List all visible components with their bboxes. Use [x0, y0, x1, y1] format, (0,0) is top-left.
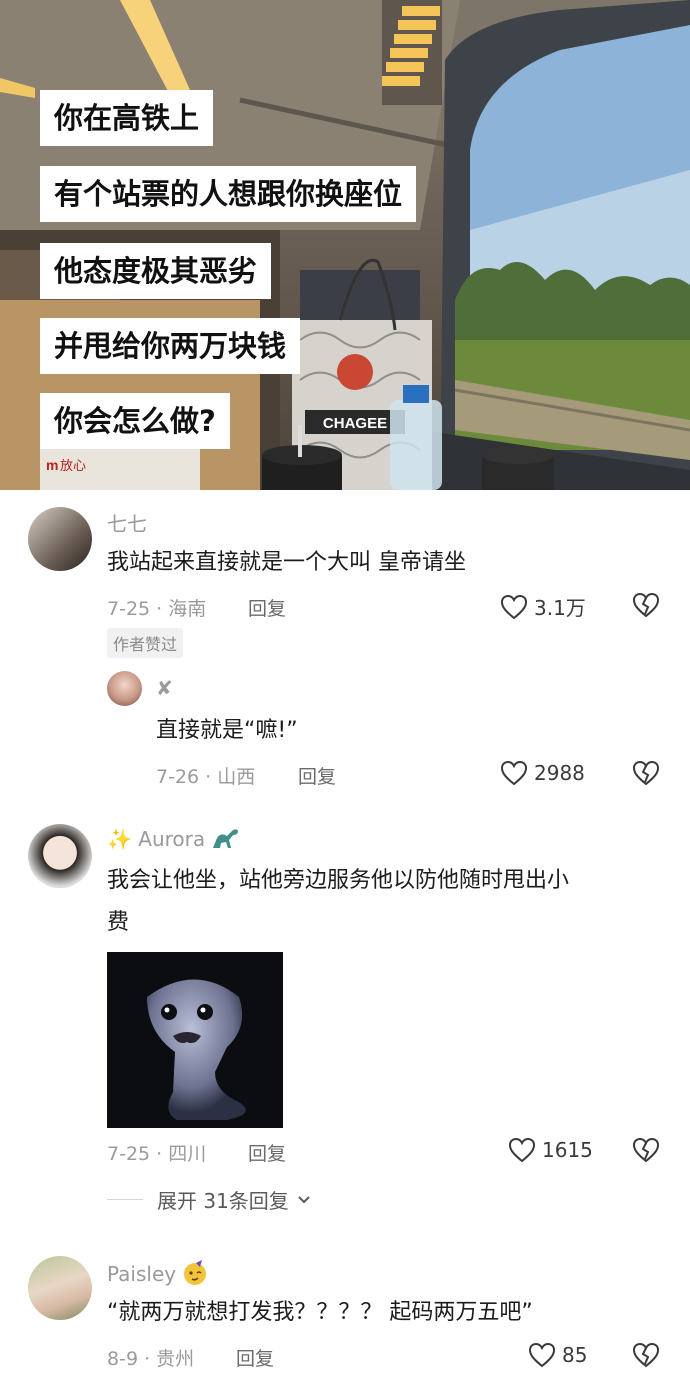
bag-brand-text: CHAGEE [323, 415, 387, 432]
broken-heart-icon[interactable] [632, 1137, 660, 1163]
broken-heart-icon[interactable] [632, 592, 660, 618]
like-count: 2988 [534, 761, 585, 785]
hero-image: CHAGEE m 放心 你在高铁上 有个站票的人想跟你换座位 他态度极其恶劣 并… [0, 0, 690, 490]
username-text: ✨ Aurora [107, 827, 206, 851]
like-button[interactable]: 3.1万 [500, 592, 586, 621]
like-count: 1615 [542, 1138, 593, 1162]
broken-heart-icon[interactable] [632, 1342, 660, 1368]
like-count: 85 [562, 1343, 588, 1367]
heart-icon [508, 1137, 536, 1163]
like-button[interactable]: 1615 [508, 1137, 593, 1163]
chevron-down-icon [298, 1195, 310, 1203]
user-avatar[interactable] [28, 507, 92, 571]
user-avatar[interactable] [107, 671, 142, 706]
expand-replies-button[interactable]: 展开 31条回复 [107, 1185, 311, 1214]
reply-button[interactable]: 回复 [236, 1344, 274, 1371]
comment-sticker-image[interactable] [107, 952, 283, 1128]
dinosaur-emoji-icon [213, 829, 239, 848]
reply-button[interactable]: 回复 [248, 594, 286, 621]
author-liked-badge: 作者赞过 [107, 628, 184, 658]
broken-heart-icon[interactable] [632, 760, 660, 786]
blob-face-sticker [147, 979, 246, 1120]
caption-line-4: 并甩给你两万块钱 [40, 318, 301, 374]
divider-line [107, 1199, 143, 1200]
reply-button[interactable]: 回复 [298, 762, 336, 789]
comment-meta: 7-25 · 海南 [107, 598, 207, 620]
username[interactable]: 七七 [107, 508, 147, 537]
heart-icon [528, 1342, 556, 1368]
comment-text-line-2: 费 [107, 910, 130, 935]
bag-logo-text: 放心 [60, 459, 86, 474]
like-button[interactable]: 85 [528, 1342, 587, 1368]
username[interactable]: Paisley [107, 1260, 208, 1286]
caption-line-2: 有个站票的人想跟你换座位 [40, 166, 417, 222]
comment-meta: 7-25 · 四川 [107, 1143, 207, 1165]
like-count: 3.1万 [534, 596, 586, 620]
username[interactable]: ✨ Aurora [107, 826, 241, 851]
reply-button[interactable]: 回复 [248, 1139, 286, 1166]
caption-line-3: 他态度极其恶劣 [40, 243, 272, 299]
like-button[interactable]: 2988 [500, 760, 585, 786]
caption-line-1: 你在高铁上 [40, 90, 214, 146]
heart-icon [500, 594, 528, 619]
user-avatar[interactable] [28, 824, 92, 888]
comment-text-line-1: 我会让他坐，站他旁边服务他以防他随时甩出小 [107, 868, 570, 893]
username[interactable]: ✘ [156, 676, 173, 700]
user-avatar[interactable] [28, 1256, 92, 1320]
heart-icon [500, 760, 528, 786]
username-text: Paisley [107, 1262, 177, 1286]
comment-text: 直接就是“嗻!” [156, 718, 298, 743]
comment-meta: 8-9 · 贵州 [107, 1348, 195, 1370]
comment-meta: 7-26 · 山西 [156, 766, 256, 788]
svg-text:m: m [46, 457, 58, 473]
party-face-emoji-icon [184, 1260, 207, 1285]
caption-line-5: 你会怎么做? [40, 393, 230, 449]
comment-text: 我站起来直接就是一个大叫 皇帝请坐 [107, 550, 466, 575]
expand-replies-label: 展开 31条回复 [157, 1189, 289, 1213]
comment-text: “就两万就想打发我？？？？ 起码两万五吧” [107, 1300, 533, 1325]
